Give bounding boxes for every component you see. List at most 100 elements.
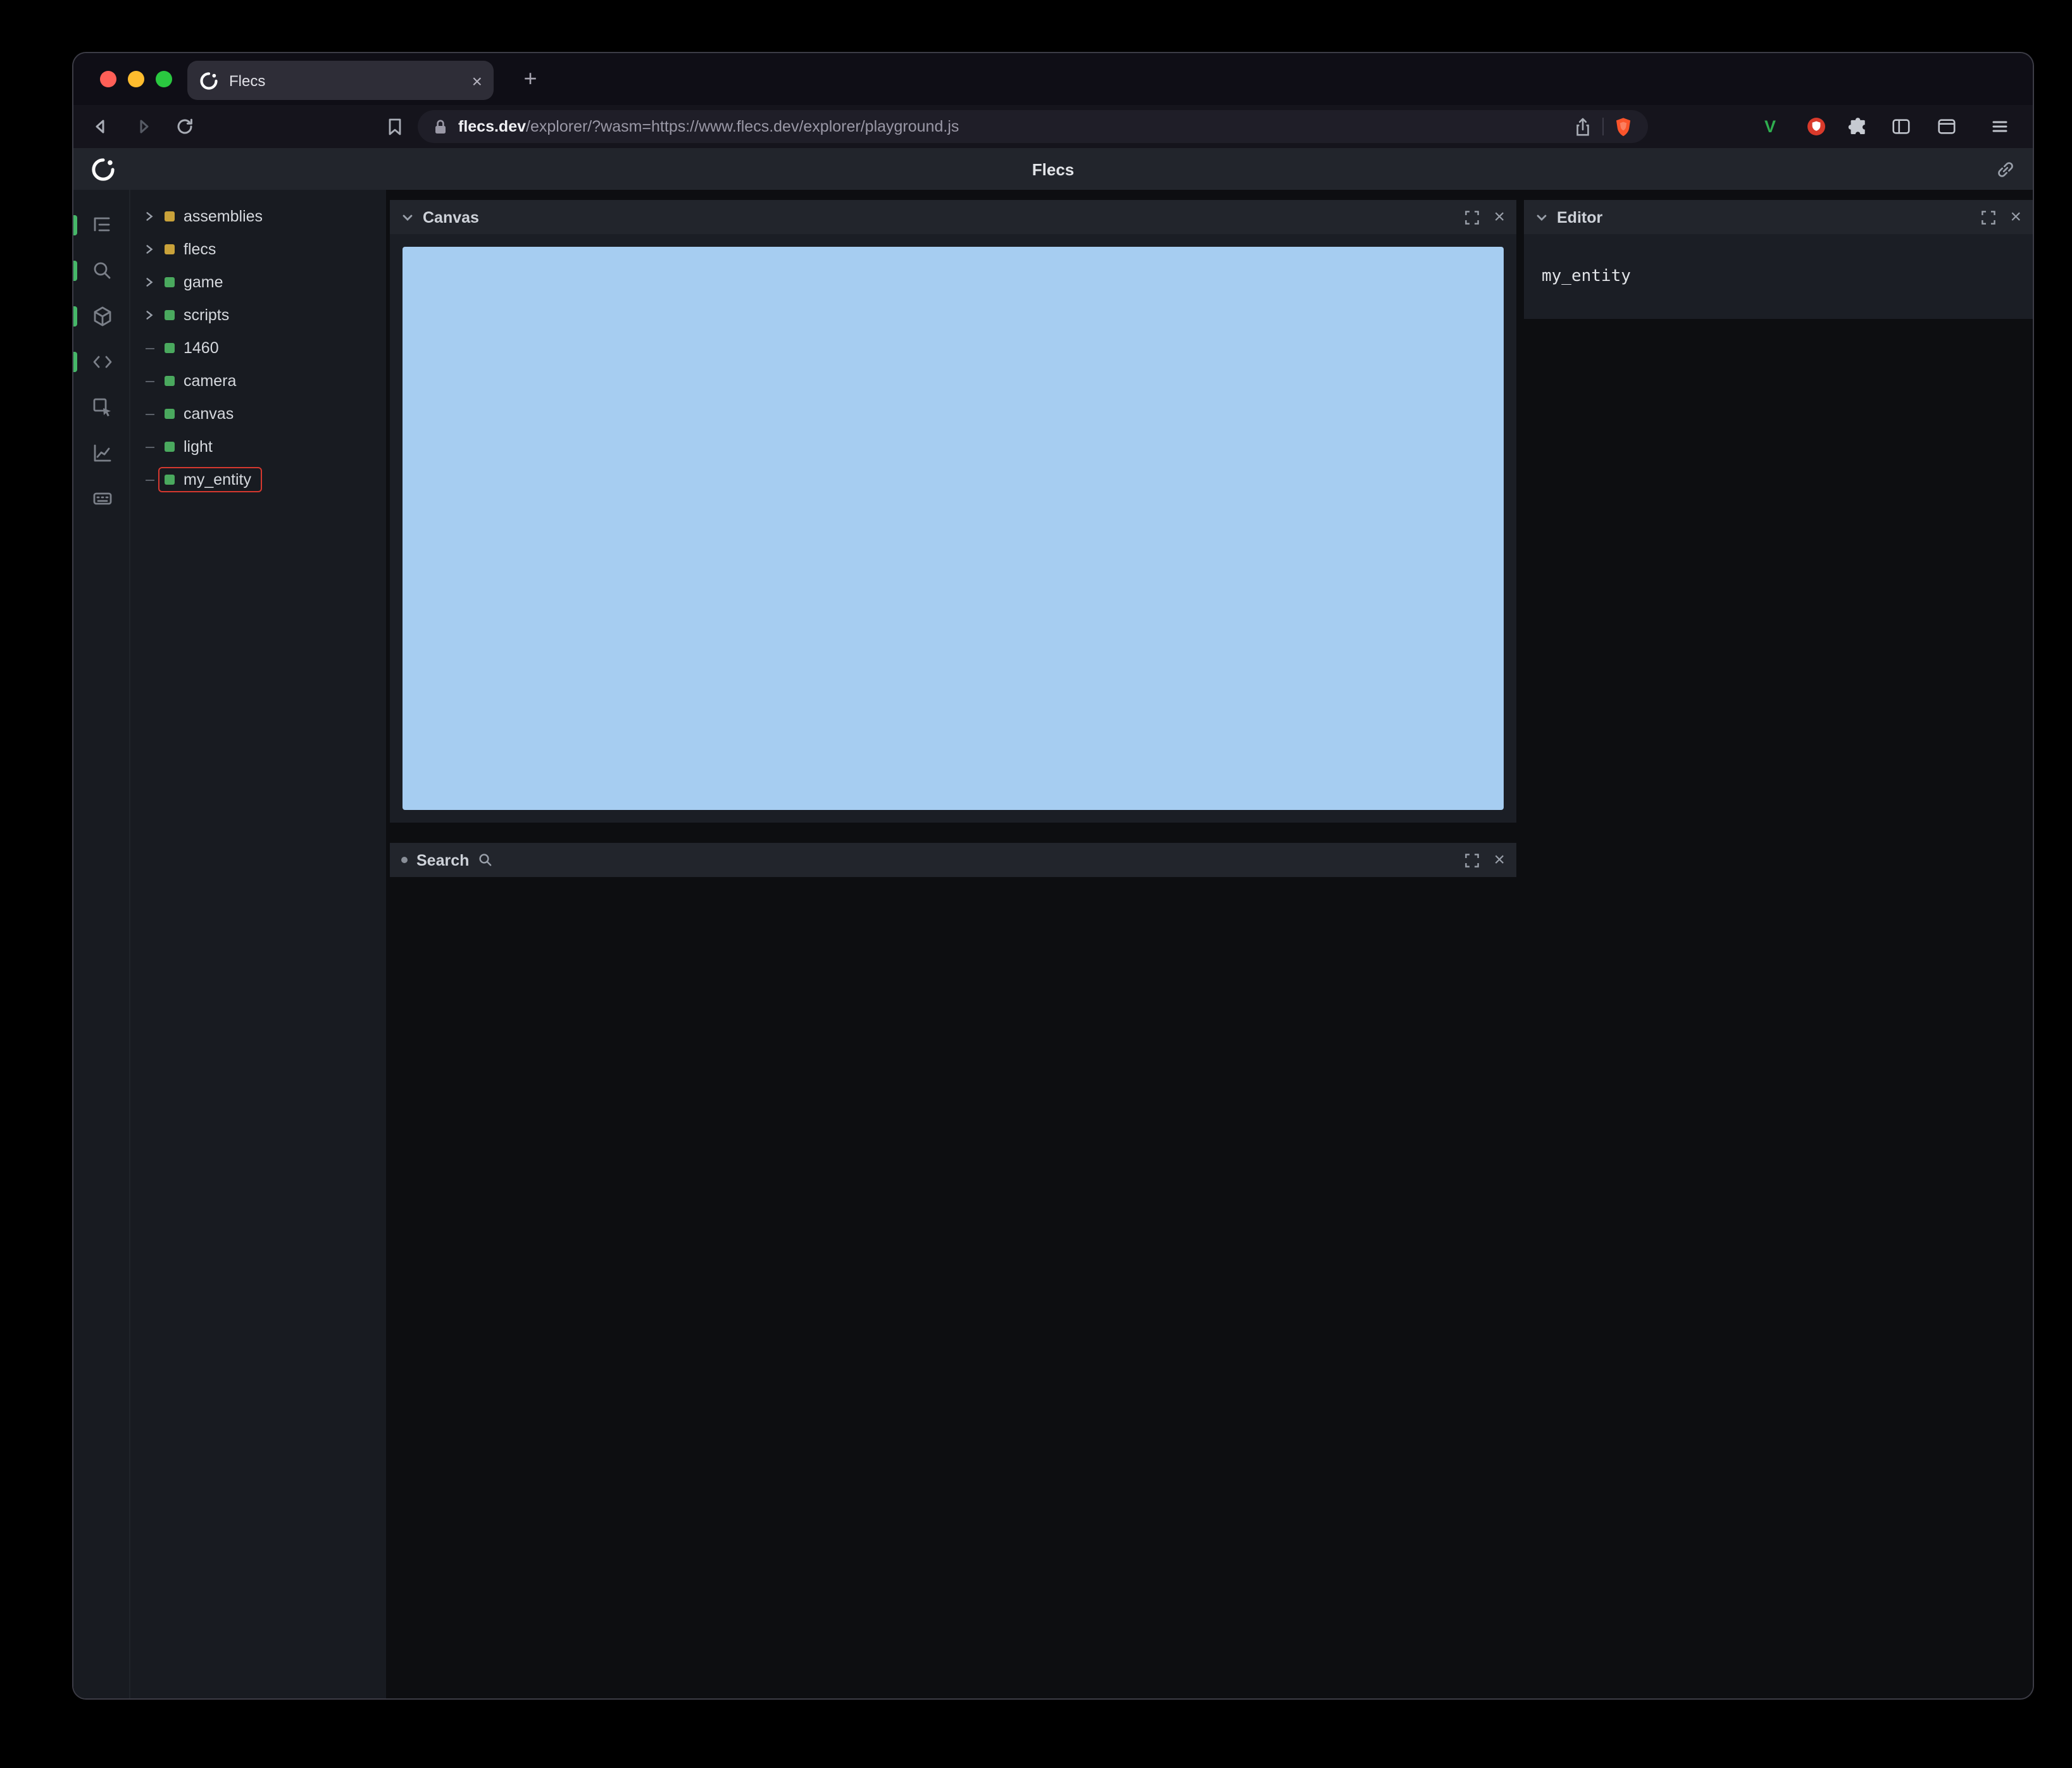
close-window-button[interactable] [100, 71, 116, 87]
link-icon[interactable] [1995, 158, 2016, 180]
tree-item-label: 1460 [184, 339, 219, 357]
lock-icon [433, 117, 448, 136]
active-indicator [73, 352, 77, 372]
new-tab-button[interactable]: + [514, 59, 547, 97]
tree-item-selection-box: assemblies [158, 204, 273, 229]
tab-strip: Flecs × + [73, 53, 2033, 105]
tree-icon [90, 214, 113, 237]
browser-tab-flecs[interactable]: Flecs × [187, 61, 494, 100]
fullscreen-icon[interactable] [1464, 209, 1480, 225]
expand-chevron-icon[interactable] [140, 277, 158, 287]
tree-item-label: canvas [184, 405, 234, 423]
tree-item-selection-box: game [158, 270, 234, 295]
canvas-panel-body [390, 234, 1516, 823]
address-bar[interactable]: flecs.dev/explorer/?wasm=https://www.fle… [418, 110, 1648, 143]
fullscreen-icon[interactable] [1464, 852, 1480, 868]
tree-item-label: flecs [184, 240, 216, 258]
editor-content[interactable]: my_entity [1524, 234, 2033, 319]
tree-item-light[interactable]: light [130, 430, 386, 463]
pill-divider [1602, 118, 1604, 135]
menu-button[interactable] [1990, 116, 2010, 137]
tree-item-assemblies[interactable]: assemblies [130, 200, 386, 233]
sidebar-code-button[interactable] [73, 340, 130, 383]
entity-tree: assemblies flecs game scripts 1460 camera canv… [130, 190, 386, 1698]
canvas-panel: Canvas × [390, 200, 1516, 823]
tree-item-camera[interactable]: camera [130, 364, 386, 397]
entity-color-square [165, 277, 175, 287]
search-icon [478, 853, 492, 867]
sidebar-toggle-icon[interactable] [1891, 116, 1911, 137]
url-text: flecs.dev/explorer/?wasm=https://www.fle… [458, 118, 1563, 135]
close-icon[interactable]: × [2010, 208, 2021, 227]
entity-color-square [165, 310, 175, 320]
tree-item-label: my_entity [184, 471, 251, 489]
code-icon [90, 351, 113, 373]
expand-chevron-icon[interactable] [140, 310, 158, 320]
entity-color-square [165, 409, 175, 419]
fullscreen-icon[interactable] [1981, 209, 1996, 225]
share-icon[interactable] [1573, 116, 1592, 137]
tab-title: Flecs [229, 72, 266, 89]
tree-item-scripts[interactable]: scripts [130, 299, 386, 332]
browser-window: Flecs × + flecs.dev/explorer/?wasm=https… [73, 53, 2033, 1698]
sidebar-inspect-button[interactable] [73, 386, 130, 429]
tree-item-selection-box: scripts [158, 302, 239, 328]
close-icon[interactable]: × [1494, 208, 1505, 227]
tree-item-label: scripts [184, 306, 230, 324]
entity-color-square [165, 244, 175, 254]
tree-item-label: light [184, 438, 213, 456]
forward-button[interactable] [133, 116, 153, 137]
canvas-panel-title: Canvas [423, 208, 479, 226]
tree-item-label: game [184, 273, 223, 291]
tree-item-selection-box: camera [158, 368, 246, 394]
search-panel-title: Search [416, 851, 470, 869]
tree-item-game[interactable]: game [130, 266, 386, 299]
stats-icon [90, 442, 113, 464]
entities-icon [90, 305, 113, 328]
sidebar-stats-button[interactable] [73, 432, 130, 475]
tree-item-1460[interactable]: 1460 [130, 332, 386, 364]
app-title: Flecs [1032, 159, 1075, 178]
editor-panel-header: Editor × [1524, 200, 2033, 234]
tree-item-selection-box: canvas [158, 401, 244, 426]
window-panel-icon[interactable] [1937, 116, 1957, 137]
tree-item-canvas[interactable]: canvas [130, 397, 386, 430]
leaf-dash [140, 446, 158, 447]
entity-color-square [165, 343, 175, 353]
leaf-dash [140, 479, 158, 480]
bookmark-icon[interactable] [385, 116, 405, 137]
chevron-down-icon[interactable] [401, 211, 414, 223]
tree-item-selection-box: flecs [158, 237, 226, 262]
editor-panel: Editor × my_entity [1524, 200, 2033, 319]
tree-item-selection-box: 1460 [158, 335, 229, 361]
sidebar-search-button[interactable] [73, 249, 130, 292]
render-canvas[interactable] [403, 247, 1504, 810]
canvas-panel-header: Canvas × [390, 200, 1516, 234]
expand-chevron-icon[interactable] [140, 244, 158, 254]
sidebar-console-button[interactable] [73, 477, 130, 520]
minimize-window-button[interactable] [128, 71, 144, 87]
reload-button[interactable] [175, 116, 195, 137]
red-shield-extension-icon[interactable] [1806, 116, 1826, 137]
traffic-lights [100, 71, 172, 87]
close-icon[interactable]: × [1494, 850, 1505, 869]
leaf-dash [140, 347, 158, 349]
zoom-window-button[interactable] [156, 71, 172, 87]
search-panel-header[interactable]: Search × [390, 843, 1516, 877]
tree-item-flecs[interactable]: flecs [130, 233, 386, 266]
extensions-puzzle-icon[interactable] [1848, 116, 1868, 137]
inspect-icon [90, 396, 113, 419]
sidebar-entities-button[interactable] [73, 295, 130, 338]
tree-item-my_entity[interactable]: my_entity [130, 463, 386, 496]
brave-shields-icon[interactable] [1614, 116, 1633, 137]
tab-close-icon[interactable]: × [472, 72, 482, 89]
chevron-down-icon[interactable] [1535, 211, 1548, 223]
back-button[interactable] [91, 116, 111, 137]
editor-panel-title: Editor [1557, 208, 1603, 226]
flecs-logo-icon[interactable] [90, 156, 116, 182]
sidebar-tree-button[interactable] [73, 204, 130, 247]
search-panel: Search × [390, 843, 1516, 877]
expand-chevron-icon[interactable] [140, 211, 158, 221]
green-v-extension-icon[interactable]: V [1764, 117, 1776, 136]
app-body: assemblies flecs game scripts 1460 camera canv… [73, 190, 2033, 1698]
